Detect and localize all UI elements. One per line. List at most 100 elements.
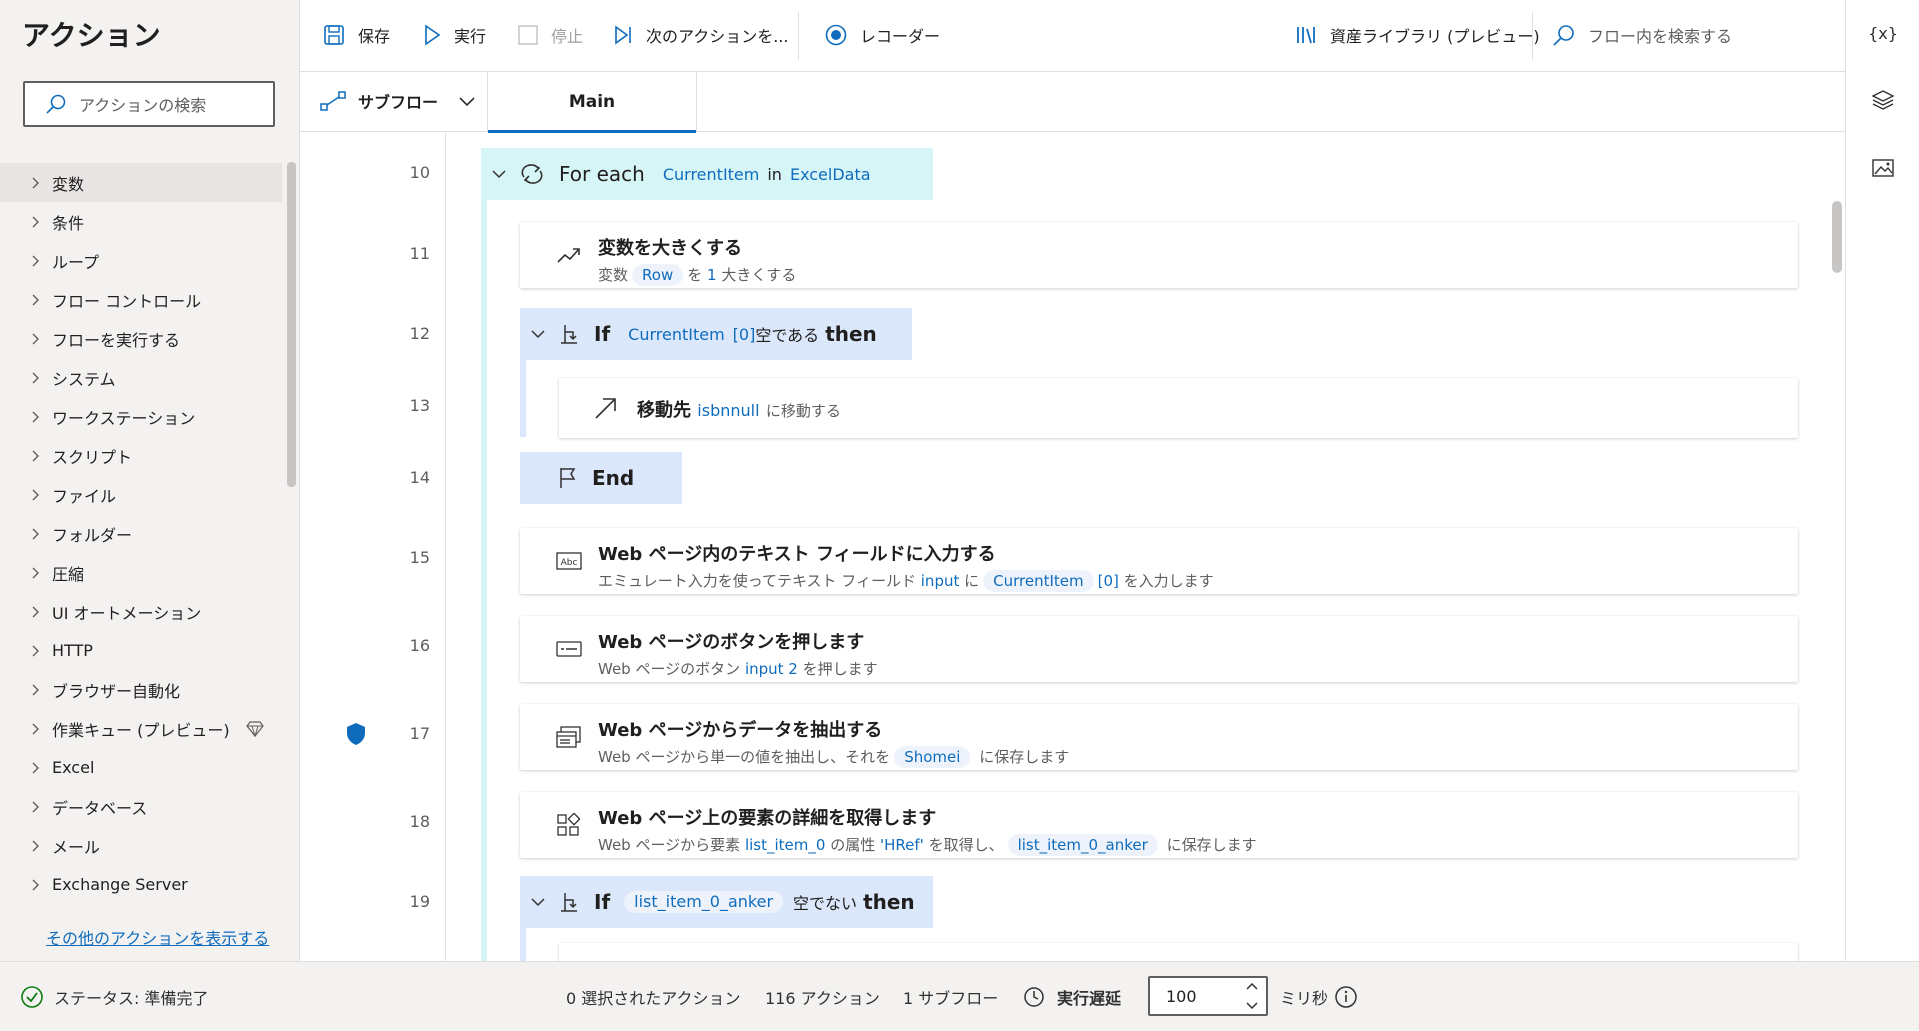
desc-text: の属性 — [830, 836, 876, 854]
chevron-right-icon — [28, 488, 42, 502]
then-keyword: then — [863, 890, 915, 914]
category-ui-automation[interactable]: UI オートメーション — [0, 592, 282, 631]
flow-search-input[interactable]: フロー内を検索する — [1552, 0, 1732, 70]
action-web-press-button[interactable]: Web ページのボタンを押します Web ページのボタン input 2 を押し… — [520, 616, 1798, 682]
search-icon — [45, 93, 67, 115]
flow-search-placeholder: フロー内を検索する — [1588, 27, 1733, 46]
end-block[interactable]: End — [520, 452, 682, 504]
in-keyword: in — [767, 164, 782, 184]
images-panel-button[interactable] — [1870, 155, 1896, 181]
chevron-right-icon — [28, 761, 42, 775]
category-browser-automation[interactable]: ブラウザー自動化 — [0, 670, 282, 709]
category-loops[interactable]: ループ — [0, 241, 282, 280]
desc-text: に — [964, 572, 980, 590]
gutter-divider — [445, 133, 446, 961]
actions-count: 116 アクション — [765, 989, 880, 1008]
category-folder[interactable]: フォルダー — [0, 514, 282, 553]
for-each-keyword: For each — [559, 162, 645, 186]
category-http[interactable]: HTTP — [0, 631, 282, 670]
action-web-extract-data[interactable]: Web ページからデータを抽出する Web ページから単一の値を抽出し、それを S… — [520, 704, 1798, 770]
desc-text: を — [687, 266, 703, 284]
action-web-populate-text-field[interactable]: Abc Web ページ内のテキスト フィールドに入力する エミュレート入力を使っ… — [520, 528, 1798, 594]
run-delay-spinner[interactable] — [1244, 980, 1260, 1012]
category-system[interactable]: システム — [0, 358, 282, 397]
stop-button[interactable]: 停止 — [517, 0, 583, 70]
action-web-get-element-details[interactable]: Web ページ上の要素の詳細を取得します Web ページから要素 list_it… — [520, 792, 1798, 858]
asset-library-button[interactable]: 資産ライブラリ (プレビュー) — [1294, 0, 1540, 70]
status-text: ステータス: 準備完了 — [54, 989, 209, 1008]
end-keyword: End — [592, 466, 635, 490]
category-conditions[interactable]: 条件 — [0, 202, 282, 241]
recorder-button[interactable]: レコーダー — [824, 0, 940, 70]
category-label: フォルダー — [52, 525, 133, 545]
canvas-scrollbar[interactable] — [1832, 201, 1842, 273]
subflows-label: サブフロー — [358, 93, 439, 112]
chevron-right-icon — [28, 410, 42, 424]
action-card-partial[interactable] — [559, 943, 1798, 961]
category-email[interactable]: メール — [0, 826, 282, 865]
category-variables[interactable]: 変数 — [0, 163, 282, 202]
chevron-up-icon[interactable] — [1244, 980, 1260, 992]
category-flow-control[interactable]: フロー コントロール — [0, 280, 282, 319]
save-button[interactable]: 保存 — [322, 0, 390, 70]
next-action-button[interactable]: 次のアクションを... — [612, 0, 788, 70]
line-number: 11 — [409, 244, 430, 263]
chevron-down-icon — [458, 95, 476, 107]
image-icon — [1871, 157, 1895, 179]
clock-icon — [1023, 986, 1045, 1008]
if-keyword: If — [594, 890, 611, 914]
action-title: Web ページからデータを抽出する — [598, 720, 883, 741]
for-each-header[interactable]: For each CurrentItem in ExcelData — [481, 148, 933, 200]
trending-up-icon — [556, 245, 582, 265]
ui-elements-panel-button[interactable] — [1870, 87, 1896, 113]
chevron-right-icon — [28, 566, 42, 580]
action-description: エミュレート入力を使ってテキスト フィールド input に CurrentIte… — [598, 570, 1214, 592]
run-button[interactable]: 実行 — [422, 0, 486, 70]
show-more-actions-link[interactable]: その他のアクションを表示する — [46, 925, 269, 949]
variables-panel-button[interactable]: {x} — [1868, 20, 1898, 46]
chevron-right-icon — [28, 371, 42, 385]
actions-scrollbar[interactable] — [287, 162, 296, 487]
desc-text: 大きくする — [721, 266, 797, 284]
info-icon[interactable] — [1334, 962, 1358, 1031]
category-run-flow[interactable]: フローを実行する — [0, 319, 282, 358]
run-delay-unit: ミリ秒 — [1280, 989, 1329, 1008]
action-increase-variable[interactable]: 変数を大きくする 変数 Row を 1 大きくする — [520, 222, 1798, 288]
variables-icon: {x} — [1868, 23, 1898, 43]
chevron-down-icon — [530, 896, 546, 908]
category-label: UI オートメーション — [52, 603, 202, 623]
run-delay-value: 100 — [1166, 986, 1197, 1006]
category-work-queues[interactable]: 作業キュー (プレビュー) — [0, 709, 282, 748]
category-database[interactable]: データベース — [0, 787, 282, 826]
desc-text: Web ページから要素 — [598, 836, 741, 854]
category-excel[interactable]: Excel — [0, 748, 282, 787]
action-search-input[interactable]: アクションの検索 — [23, 81, 275, 127]
button-icon — [556, 641, 582, 657]
ui-element-name: list_item_0 — [744, 836, 826, 854]
category-workstation[interactable]: ワークステーション — [0, 397, 282, 436]
chevron-right-icon — [28, 215, 42, 229]
run-delay-input[interactable]: 100 — [1148, 976, 1268, 1016]
category-compression[interactable]: 圧縮 — [0, 553, 282, 592]
subflows-dropdown[interactable]: サブフロー — [320, 72, 476, 130]
chevron-right-icon — [28, 722, 42, 736]
loop-icon — [519, 163, 545, 185]
loop-collection-variable: ExcelData — [789, 164, 871, 184]
action-description: Web ページから単一の値を抽出し、それを Shomei に保存します — [598, 746, 1069, 768]
category-label: ループ — [52, 252, 100, 272]
tab-main[interactable]: Main — [487, 72, 697, 133]
chevron-right-icon — [28, 605, 42, 619]
chevron-right-icon — [28, 683, 42, 697]
category-exchange-server[interactable]: Exchange Server — [0, 865, 282, 904]
action-title: Web ページのボタンを押します — [598, 632, 865, 653]
category-file[interactable]: ファイル — [0, 475, 282, 514]
chevron-down-icon[interactable] — [1244, 1000, 1260, 1012]
if-keyword: If — [594, 322, 611, 346]
category-scripting[interactable]: スクリプト — [0, 436, 282, 475]
if-header[interactable]: If CurrentItem [0] 空である then — [520, 308, 912, 360]
action-description: Web ページから要素 list_item_0 の属性 'HRef' を取得し、… — [598, 834, 1257, 856]
right-side-panel-bar: {x} — [1845, 0, 1919, 961]
action-goto[interactable]: 移動先 isbnnull に移動する — [559, 378, 1798, 438]
action-category-list: 変数 条件 ループ フロー コントロール フローを実行する システム ワークステ… — [0, 163, 282, 904]
if-header[interactable]: If list_item_0_anker 空でない then — [520, 876, 933, 928]
